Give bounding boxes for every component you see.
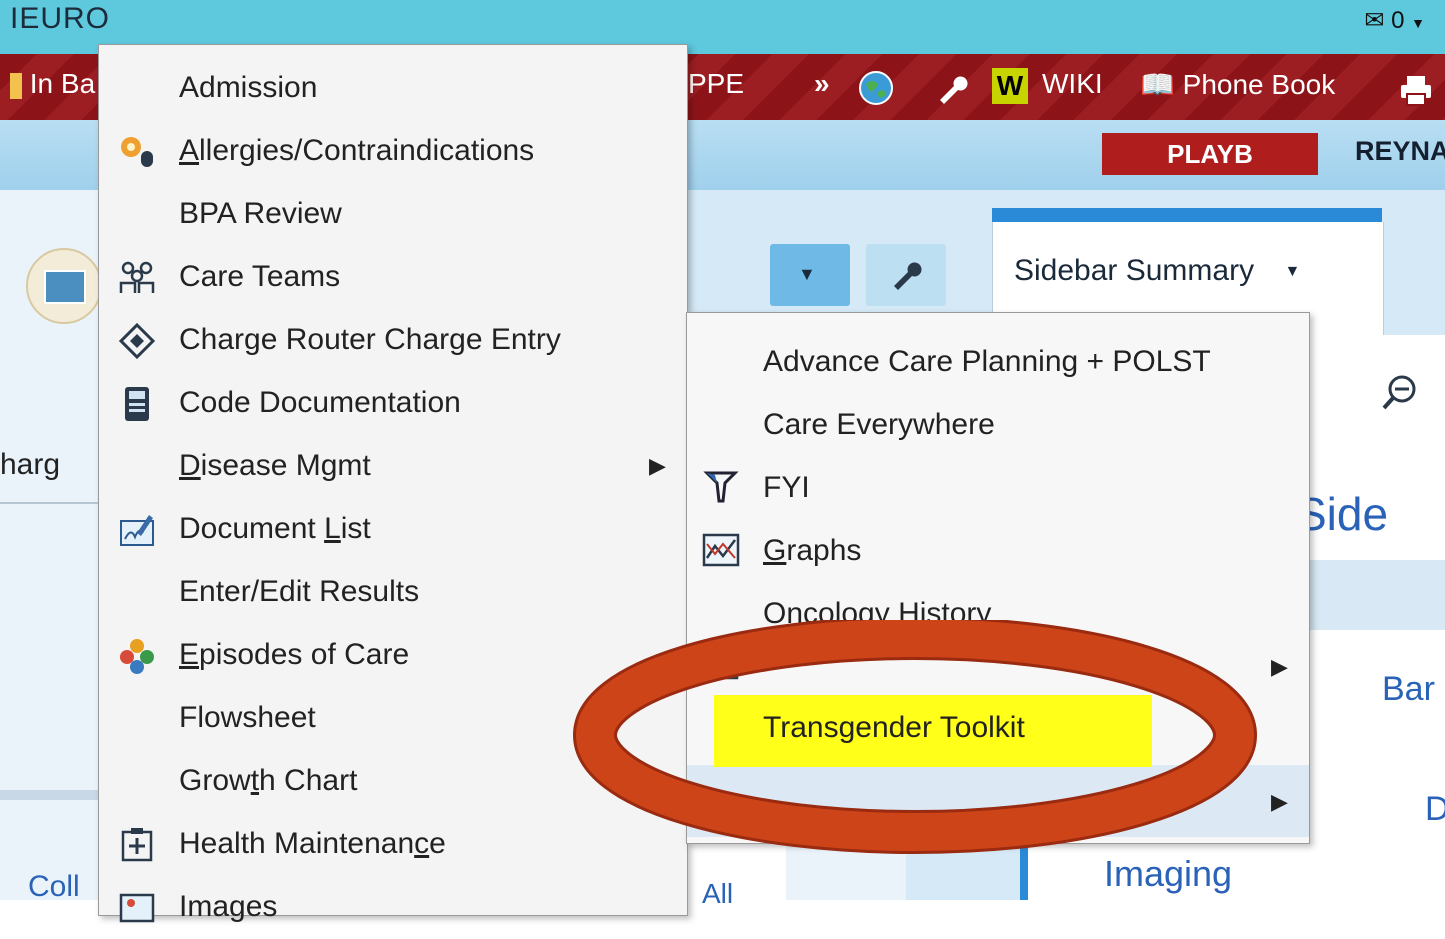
menu-item-care-teams[interactable]: Care Teams <box>99 246 687 309</box>
inbox-indicator[interactable]: ✉ 0 ▼ <box>1364 6 1425 35</box>
menu-item-label: Flowsheet <box>179 701 316 734</box>
menu-item-enter-edit-results[interactable]: Enter/Edit Results <box>99 561 687 624</box>
submenu-arrow-icon: ▶ <box>1271 789 1288 814</box>
allergy-icon <box>117 133 157 171</box>
toolbar-wiki[interactable]: WIKI <box>1042 68 1103 100</box>
ppe-label: PPE <box>688 68 745 99</box>
annotation-ring <box>573 620 1257 854</box>
menu-item-label: Allergies/Contraindications <box>179 134 535 167</box>
globe-icon[interactable] <box>858 70 894 106</box>
submenu-arrow-icon: ▶ <box>649 453 666 478</box>
toolbar-in-basket[interactable]: In Ba <box>10 68 95 100</box>
wiki-label: WIKI <box>1042 68 1103 99</box>
more-label: » <box>814 68 830 99</box>
submenu-item-graphs[interactable]: Graphs <box>687 512 1309 575</box>
submenu-item-label: Graphs <box>763 534 862 567</box>
caret-down-icon[interactable]: ▼ <box>1284 263 1300 280</box>
menu-item-disease-mgmt[interactable]: Disease Mgmt ▶ <box>99 435 687 498</box>
menu-item-label: Episodes of Care <box>179 638 410 671</box>
wiki-logo-icon: W <box>992 68 1028 104</box>
zoom-out-icon[interactable] <box>1380 372 1420 412</box>
section-band <box>1308 560 1445 630</box>
sidebar-tab-text: Sidebar Summary <box>1014 254 1255 287</box>
charge-label-fragment: harg <box>0 448 61 481</box>
menu-item-label: Code Documentation <box>179 386 461 419</box>
divider <box>0 790 100 800</box>
menu-item-label: Admission <box>179 71 318 104</box>
menu-item-code-documentation[interactable]: Code Documentation <box>99 372 687 435</box>
menu-item-label: BPA Review <box>179 197 342 230</box>
submenu-item-label: FYI <box>763 471 810 504</box>
in-basket-label: In Ba <box>29 68 96 99</box>
submenu-item-fyi[interactable]: FYI <box>687 449 1309 512</box>
app-title: IEURO <box>10 2 111 35</box>
chevron-down-icon: ▼ <box>1411 15 1425 31</box>
wrench-button[interactable] <box>866 244 946 306</box>
dropdown-button[interactable]: ▼ <box>770 244 850 306</box>
activity-icon[interactable] <box>26 248 102 324</box>
environment-badge: PLAYB <box>1102 133 1318 175</box>
coll-link-fragment[interactable]: Coll <box>28 870 80 904</box>
menu-item-document-list[interactable]: Document List <box>99 498 687 561</box>
wrench-icon[interactable] <box>934 72 968 106</box>
fyi-flag-icon <box>701 467 741 507</box>
menu-item-label: Health Maintenance <box>179 827 446 860</box>
phone-book-label: Phone Book <box>1182 69 1336 100</box>
divider <box>0 502 100 504</box>
menu-item-label: Images <box>179 890 278 923</box>
caret-down-icon: ▼ <box>798 264 816 284</box>
patient-name: REYNA <box>1355 136 1445 166</box>
printer-icon[interactable] <box>1398 72 1434 108</box>
graph-icon <box>701 530 741 570</box>
wrench-icon <box>894 262 922 290</box>
calculator-icon <box>117 385 157 423</box>
menu-item-label: Enter/Edit Results <box>179 575 420 608</box>
mail-icon: ✉ <box>1364 7 1385 34</box>
care-teams-icon <box>117 259 157 297</box>
menu-item-label: Charge Router Charge Entry <box>179 323 561 356</box>
episodes-icon <box>117 637 157 675</box>
mail-count: 0 <box>1391 7 1405 34</box>
health-maintenance-icon <box>117 826 157 864</box>
images-icon <box>117 889 157 927</box>
submenu-arrow-icon: ▶ <box>1271 654 1288 679</box>
all-link[interactable]: All <box>702 878 733 910</box>
diamond-icon <box>117 322 157 360</box>
menu-item-images[interactable]: Images <box>99 876 687 939</box>
sidebar-tab-label: Sidebar Summary ▼ <box>1014 254 1300 288</box>
book-icon: 📖 <box>1140 69 1175 100</box>
menu-item-allergies[interactable]: Allergies/Contraindications <box>99 120 687 183</box>
menu-item-charge-router[interactable]: Charge Router Charge Entry <box>99 309 687 372</box>
document-list-icon <box>117 511 157 549</box>
tab-accent <box>992 208 1382 222</box>
menu-item-label: Document List <box>179 512 371 545</box>
d-link-fragment[interactable]: D <box>1425 790 1445 829</box>
toolbar-phone-book[interactable]: 📖 Phone Book <box>1140 68 1335 101</box>
menu-item-label: Disease Mgmt <box>179 449 371 482</box>
submenu-item-advance-care-planning[interactable]: Advance Care Planning + POLST <box>687 323 1309 386</box>
menu-item-label: Care Teams <box>179 260 341 293</box>
chart-board-icon <box>44 270 86 304</box>
submenu-item-label: Advance Care Planning + POLST <box>763 345 1211 378</box>
toolbar-ppe[interactable]: PPE <box>688 68 744 100</box>
menu-item-bpa-review[interactable]: BPA Review <box>99 183 687 246</box>
in-basket-icon <box>10 72 22 99</box>
bar-link-fragment[interactable]: Bar <box>1382 670 1435 709</box>
toolbar-more-button[interactable]: » <box>814 68 830 100</box>
submenu-item-label: Care Everywhere <box>763 408 995 441</box>
menu-item-admission[interactable]: Admission <box>99 57 687 120</box>
submenu-item-care-everywhere[interactable]: Care Everywhere <box>687 386 1309 449</box>
menu-item-label: Growth Chart <box>179 764 358 797</box>
